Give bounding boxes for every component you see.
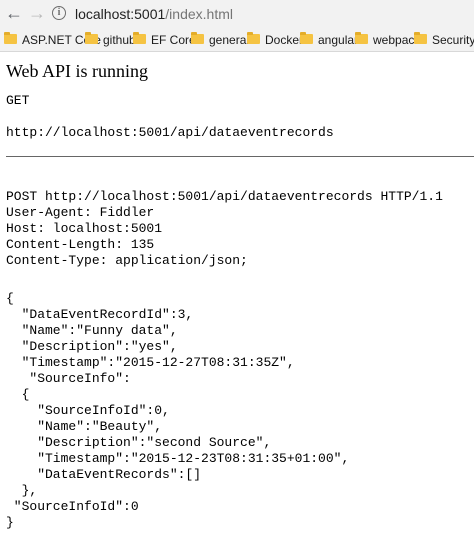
url-field[interactable]: localhost:5001/index.html xyxy=(75,6,233,22)
folder-icon xyxy=(355,32,368,44)
bookmark-folder-angular[interactable]: angular xyxy=(300,32,358,48)
bookmark-folder-security[interactable]: Security xyxy=(414,32,474,48)
folder-icon xyxy=(4,32,17,44)
raw-request-headers: POST http://localhost:5001/api/dataevent… xyxy=(6,189,443,268)
horizontal-rule xyxy=(6,156,474,157)
folder-icon xyxy=(85,32,98,44)
bookmark-folder-ef-core[interactable]: EF Core xyxy=(133,32,196,48)
bookmark-label: EF Core xyxy=(151,33,196,47)
bookmark-folder-github[interactable]: github xyxy=(85,32,136,48)
bookmark-label: Docker xyxy=(265,33,304,47)
url-path: /index.html xyxy=(165,6,233,22)
page-title: Web API is running xyxy=(6,61,149,81)
bookmark-label: Security xyxy=(432,33,474,47)
bookmark-label: angular xyxy=(318,33,359,47)
api-url: http://localhost:5001/api/dataeventrecor… xyxy=(6,125,334,140)
http-method: GET xyxy=(6,93,30,108)
folder-icon xyxy=(300,32,313,44)
folder-icon xyxy=(414,32,427,44)
url-host: localhost:5001 xyxy=(75,6,166,22)
info-icon[interactable]: i xyxy=(52,6,66,20)
request-body-json: { "DataEventRecordId":3, "Name":"Funny d… xyxy=(6,291,350,530)
back-arrow-icon[interactable]: ← xyxy=(5,4,23,22)
bookmark-folder-docker[interactable]: Docker xyxy=(247,32,303,48)
folder-icon xyxy=(247,32,260,44)
folder-icon xyxy=(133,32,146,44)
forward-arrow-icon[interactable]: → xyxy=(28,4,46,22)
address-bar: ← → i localhost:5001/index.html xyxy=(0,0,474,28)
bookmark-label: general xyxy=(209,33,250,47)
bookmarks-bar: ASP.NET Core github EF Core general Dock… xyxy=(0,28,474,52)
folder-icon xyxy=(191,32,204,44)
bookmark-label: github xyxy=(103,33,136,47)
bookmark-folder-general[interactable]: general xyxy=(191,32,249,48)
bookmark-folder-webpack[interactable]: webpack xyxy=(355,32,420,48)
